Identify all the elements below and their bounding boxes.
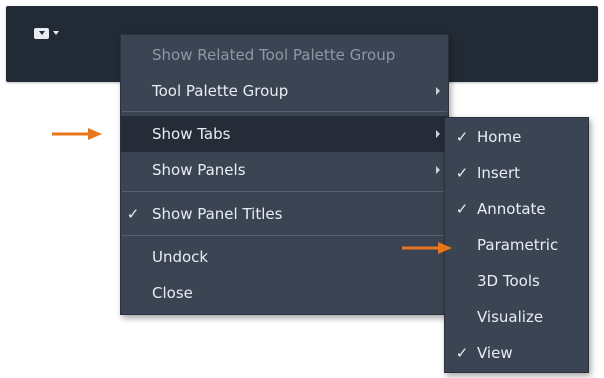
callout-arrow-icon [402, 242, 452, 254]
submenu-item-home[interactable]: ✓ Home [445, 119, 588, 155]
checkmark-icon: ✓ [455, 344, 469, 362]
menu-item-label: Show Panels [152, 161, 246, 179]
panel-dropdown-button[interactable] [34, 22, 82, 44]
menu-item-tool-palette-group[interactable]: Tool Palette Group [121, 73, 448, 109]
menu-separator [122, 191, 447, 192]
submenu-item-annotate[interactable]: ✓ Annotate [445, 191, 588, 227]
submenu-item-insert[interactable]: ✓ Insert [445, 155, 588, 191]
checkmark-icon: ✓ [455, 128, 469, 146]
submenu-item-view[interactable]: ✓ View [445, 335, 588, 371]
menu-item-label: Show Related Tool Palette Group [152, 46, 396, 64]
menu-item-label: Show Tabs [152, 125, 231, 143]
submenu-arrow-icon [436, 87, 440, 95]
chevron-down-icon [53, 31, 59, 35]
submenu-arrow-icon [436, 130, 440, 138]
menu-item-show-panel-titles[interactable]: ✓ Show Panel Titles [121, 196, 448, 232]
submenu-item-3d-tools[interactable]: 3D Tools [445, 263, 588, 299]
submenu-item-label: Visualize [477, 308, 544, 326]
submenu-item-label: Insert [477, 164, 521, 182]
submenu-item-visualize[interactable]: Visualize [445, 299, 588, 335]
menu-item-show-panels[interactable]: Show Panels [121, 152, 448, 188]
submenu-arrow-icon [436, 166, 440, 174]
checkmark-icon: ✓ [126, 205, 140, 223]
submenu-item-label: 3D Tools [477, 272, 540, 290]
context-menu: Show Related Tool Palette Group Tool Pal… [120, 34, 449, 315]
submenu-item-parametric[interactable]: Parametric [445, 227, 588, 263]
menu-item-label: Close [152, 284, 193, 302]
menu-item-close[interactable]: Close [121, 275, 448, 311]
menu-item-label: Show Panel Titles [152, 205, 283, 223]
checkmark-icon: ✓ [455, 164, 469, 182]
submenu-item-label: View [477, 344, 513, 362]
menu-item-show-tabs[interactable]: Show Tabs [121, 116, 448, 152]
checkmark-icon: ✓ [455, 200, 469, 218]
callout-arrow-icon [52, 128, 102, 140]
menu-item-undock[interactable]: Undock [121, 239, 448, 275]
menu-separator [122, 111, 447, 112]
show-tabs-submenu: ✓ Home ✓ Insert ✓ Annotate Parametric 3D… [444, 117, 589, 373]
submenu-item-label: Annotate [477, 200, 546, 218]
menu-item-label: Tool Palette Group [152, 82, 289, 100]
panel-dropdown-icon [34, 27, 49, 39]
menu-separator [122, 235, 447, 236]
menu-item-show-related-tool-palette-group[interactable]: Show Related Tool Palette Group [121, 37, 448, 73]
menu-item-label: Undock [152, 248, 209, 266]
submenu-item-label: Parametric [477, 236, 559, 254]
submenu-item-label: Home [477, 128, 522, 146]
